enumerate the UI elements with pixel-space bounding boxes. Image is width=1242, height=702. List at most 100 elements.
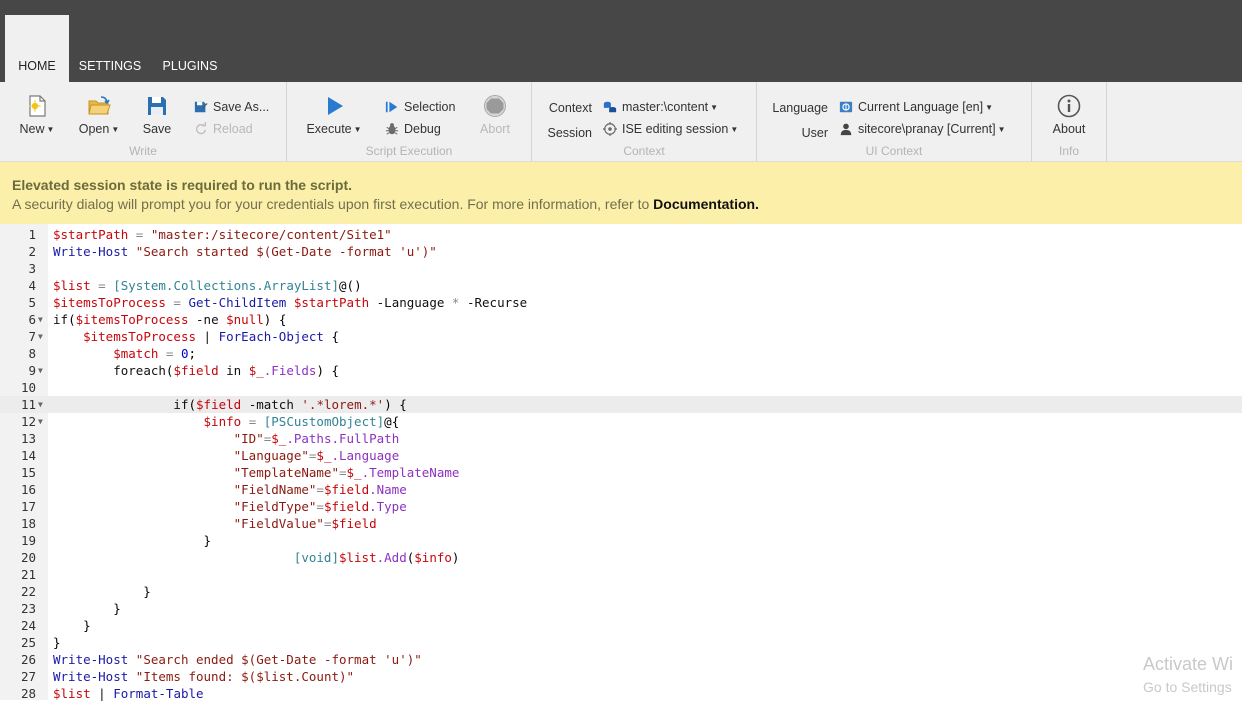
- about-label: About: [1052, 122, 1086, 136]
- code-text: "FieldType"=$field.Type: [233, 499, 407, 514]
- group-label-ui-context: UI Context: [865, 144, 923, 158]
- language-flag-icon: [839, 101, 853, 113]
- code-line[interactable]: 15 "TemplateName"=$_.TemplateName: [0, 464, 1242, 481]
- code-text: "ID"=$_.Paths.FullPath: [233, 431, 400, 446]
- code-line[interactable]: 19 }: [0, 532, 1242, 549]
- code-line[interactable]: 16 "FieldName"=$field.Name: [0, 481, 1242, 498]
- selection-button[interactable]: Selection: [385, 100, 455, 114]
- line-number: 9: [28, 363, 36, 378]
- session-dropdown[interactable]: ISE editing session ▼: [603, 122, 738, 136]
- session-value: ISE editing session: [622, 122, 729, 136]
- line-number: 22: [20, 584, 36, 599]
- code-line[interactable]: 26 Write-Host "Search ended $(Get-Date -f…: [0, 651, 1242, 668]
- tab-home[interactable]: HOME: [5, 15, 69, 82]
- save-as-label: Save As...: [213, 100, 270, 114]
- line-number: 6: [28, 312, 36, 327]
- fold-toggle-icon[interactable]: ▼: [38, 362, 43, 379]
- code-line[interactable]: 9 ▼ foreach($field in $_.Fields) {: [0, 362, 1242, 379]
- code-line[interactable]: 27 Write-Host "Items found: $($list.Count…: [0, 668, 1242, 685]
- chevron-down-icon: ▼: [997, 124, 1006, 134]
- about-button[interactable]: About: [1048, 94, 1090, 136]
- code-text: $itemsToProcess | ForEach-Object {: [83, 329, 340, 344]
- new-button[interactable]: New ▼: [14, 94, 60, 136]
- code-line[interactable]: 5 $itemsToProcess = Get-ChildItem $startP…: [0, 294, 1242, 311]
- user-dropdown[interactable]: sitecore\pranay [Current] ▼: [839, 122, 1005, 136]
- code-line[interactable]: 4 $list = [System.Collections.ArrayList]@…: [0, 277, 1242, 294]
- chevron-down-icon: ▼: [710, 102, 719, 112]
- code-line[interactable]: 12 ▼ $info = [PSCustomObject]@{: [0, 413, 1242, 430]
- code-line[interactable]: 8 $match = 0;: [0, 345, 1242, 362]
- line-number: 7: [28, 329, 36, 344]
- code-line[interactable]: 28 $list | Format-Table: [0, 685, 1242, 702]
- language-dropdown[interactable]: Current Language [en] ▼: [839, 100, 993, 114]
- code-line[interactable]: 11 ▼ if($field -match '.*lorem.*') {: [0, 396, 1242, 413]
- code-line[interactable]: 6 ▼ if($itemsToProcess -ne $null) {: [0, 311, 1242, 328]
- code-text: "FieldValue"=$field: [233, 516, 377, 531]
- code-text: $info = [PSCustomObject]@{: [203, 414, 400, 429]
- code-line[interactable]: 20 [void]$list.Add($info): [0, 549, 1242, 566]
- line-number: 24: [20, 618, 36, 633]
- code-line[interactable]: 23 }: [0, 600, 1242, 617]
- code-text: }: [53, 618, 91, 633]
- code-line[interactable]: 13 "ID"=$_.Paths.FullPath: [0, 430, 1242, 447]
- code-line[interactable]: 22 }: [0, 583, 1242, 600]
- code-text: foreach($field in $_.Fields) {: [113, 363, 340, 378]
- open-button[interactable]: Open ▼: [76, 94, 122, 136]
- group-label-info: Info: [1058, 144, 1079, 158]
- fold-toggle-icon[interactable]: ▼: [38, 413, 43, 430]
- code-text: if($field -match '.*lorem.*') {: [173, 397, 407, 412]
- code-editor[interactable]: 1 $startPath = "master:/sitecore/content/…: [0, 224, 1242, 702]
- info-icon: [1057, 94, 1081, 118]
- code-line[interactable]: 21: [0, 566, 1242, 583]
- tab-plugins[interactable]: PLUGINS: [155, 15, 225, 82]
- debug-button[interactable]: Debug: [385, 122, 441, 136]
- line-number: 8: [28, 346, 36, 361]
- group-label-context: Context: [623, 144, 665, 158]
- code-line[interactable]: 3: [0, 260, 1242, 277]
- play-icon: [328, 97, 343, 115]
- chevron-down-icon: ▼: [46, 125, 55, 134]
- fold-toggle-icon[interactable]: ▼: [38, 328, 43, 345]
- code-text: }: [53, 635, 61, 650]
- tab-settings[interactable]: SETTINGS: [72, 15, 148, 82]
- code-text: Write-Host "Items found: $($list.Count)": [53, 669, 355, 684]
- session-label: Session: [547, 126, 592, 140]
- line-number: 25: [20, 635, 36, 650]
- code-text: }: [53, 601, 121, 616]
- code-line[interactable]: 18 "FieldValue"=$field: [0, 515, 1242, 532]
- save-disk-icon: [148, 97, 166, 115]
- line-number: 14: [20, 448, 36, 463]
- code-line[interactable]: 7 ▼ $itemsToProcess | ForEach-Object {: [0, 328, 1242, 345]
- banner-title: Elevated session state is required to ru…: [12, 177, 352, 193]
- execute-button[interactable]: Execute ▼: [302, 94, 366, 136]
- user-label: User: [801, 126, 828, 140]
- code-text: $itemsToProcess = Get-ChildItem $startPa…: [53, 295, 528, 310]
- code-line[interactable]: 2 Write-Host "Search started $(Get-Date -…: [0, 243, 1242, 260]
- abort-button[interactable]: Abort: [476, 94, 514, 136]
- fold-toggle-icon[interactable]: ▼: [38, 396, 43, 413]
- code-line[interactable]: 24 }: [0, 617, 1242, 634]
- session-target-icon: [603, 122, 617, 136]
- abort-label: Abort: [480, 122, 510, 136]
- chevron-down-icon: ▼: [730, 124, 739, 134]
- fold-toggle-icon[interactable]: ▼: [38, 311, 43, 328]
- reload-button[interactable]: Reload: [194, 122, 253, 136]
- save-as-button[interactable]: Save As...: [194, 100, 269, 114]
- code-line[interactable]: 17 "FieldType"=$field.Type: [0, 498, 1242, 515]
- context-dropdown[interactable]: master:\content ▼: [603, 100, 718, 114]
- code-text: "FieldName"=$field.Name: [233, 482, 407, 497]
- code-text: $list = [System.Collections.ArrayList]@(…: [53, 278, 362, 293]
- open-label: Open: [78, 122, 110, 136]
- user-icon: [840, 123, 852, 136]
- line-number: 3: [28, 261, 36, 276]
- debug-label: Debug: [404, 122, 441, 136]
- new-label: New: [19, 122, 45, 136]
- reload-icon: [196, 122, 207, 135]
- documentation-link[interactable]: Documentation.: [653, 196, 759, 212]
- code-line[interactable]: 14 "Language"=$_.Language: [0, 447, 1242, 464]
- code-line[interactable]: 10: [0, 379, 1242, 396]
- code-text: $match = 0;: [113, 346, 197, 361]
- code-line[interactable]: 25}: [0, 634, 1242, 651]
- code-line[interactable]: 1 $startPath = "master:/sitecore/content/…: [0, 226, 1242, 243]
- save-button[interactable]: Save: [138, 94, 176, 136]
